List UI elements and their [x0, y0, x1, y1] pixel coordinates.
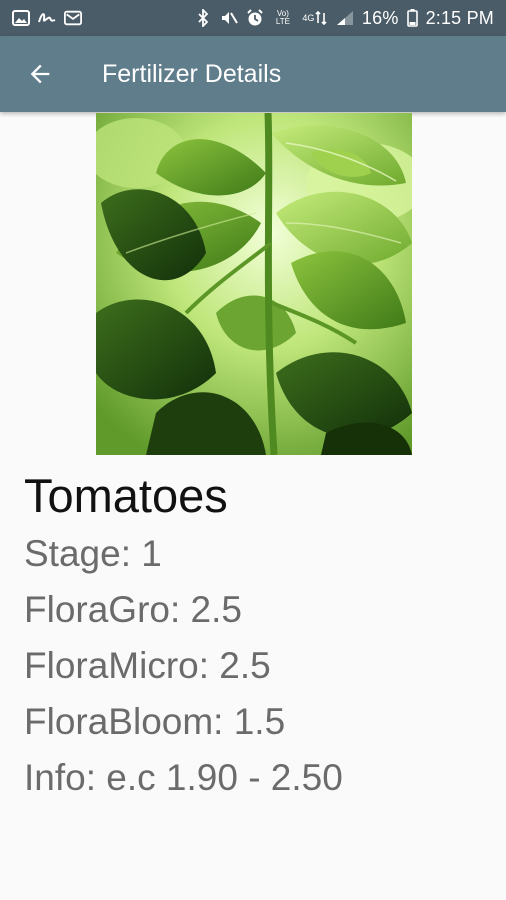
- volte-label: Vo) LTE: [275, 9, 290, 26]
- network-type-label: 4G: [302, 13, 315, 23]
- clock: 2:15 PM: [425, 7, 494, 28]
- battery-percent: 16%: [361, 7, 399, 28]
- mobile-data-icon: 4G: [302, 9, 328, 27]
- battery-icon: [406, 9, 418, 27]
- basil-plant-photo: [96, 113, 412, 455]
- florabloom-value: FloraBloom: 1.5: [24, 701, 286, 742]
- floragro-value: FloraGro: 2.5: [24, 589, 242, 630]
- status-bar-right: Vo) LTE 4G 16% 2:15 PM: [194, 8, 494, 29]
- page-title: Fertilizer Details: [102, 59, 282, 88]
- info-value: Info: e.c 1.90 - 2.50: [24, 757, 343, 798]
- bluetooth-icon: [194, 9, 212, 27]
- signature-notification-icon: [38, 9, 56, 27]
- app-bar: Fertilizer Details: [0, 36, 506, 112]
- floramicro-value: FloraMicro: 2.5: [24, 645, 271, 686]
- arrow-back-icon: [30, 64, 50, 84]
- alarm-icon: [246, 9, 264, 27]
- gallery-notification-icon: [12, 9, 30, 27]
- plant-name: Tomatoes: [24, 469, 228, 522]
- status-bar: Vo) LTE 4G 16% 2:15 PM: [0, 0, 506, 36]
- stage-value: Stage: 1: [24, 533, 162, 574]
- fertilizer-details: Tomatoes Stage: 1 FloraGro: 2.5 FloraMic…: [24, 466, 482, 806]
- plant-photo: [96, 113, 412, 455]
- status-bar-left: [12, 9, 82, 27]
- volte-icon: Vo) LTE: [272, 9, 294, 27]
- mute-icon: [220, 9, 238, 27]
- back-button[interactable]: [12, 46, 68, 102]
- signal-strength-icon: [336, 9, 354, 27]
- email-notification-icon: [64, 9, 82, 27]
